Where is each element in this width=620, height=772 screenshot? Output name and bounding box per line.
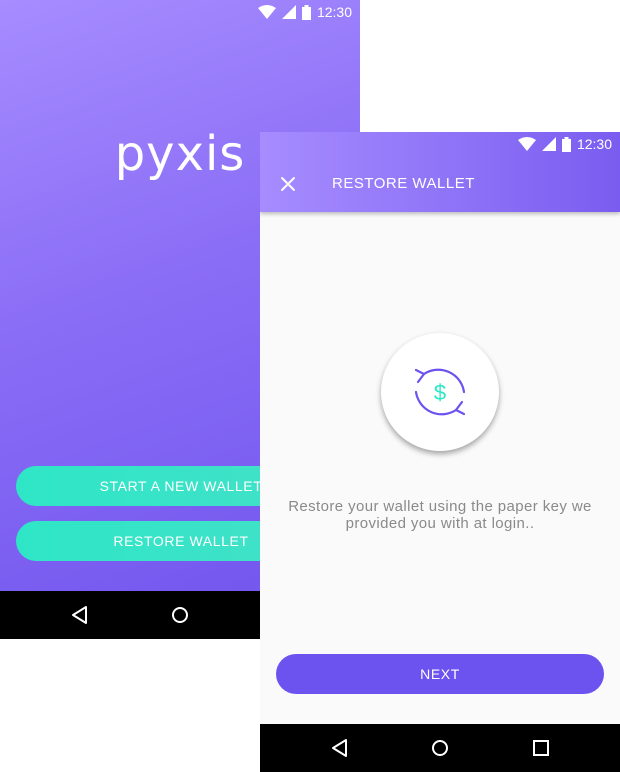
home-icon[interactable] <box>168 603 192 627</box>
battery-icon <box>561 136 571 152</box>
wifi-icon <box>517 137 536 151</box>
status-time: 12:30 <box>316 4 352 20</box>
app-bar: 12:30 RESTORE WALLET <box>260 132 620 212</box>
restore-illustration: $ <box>381 333 499 451</box>
restore-wallet-screen: 12:30 RESTORE WALLET $ Restore your wall… <box>260 132 620 772</box>
refresh-dollar-icon: $ <box>414 368 466 416</box>
status-time: 12:30 <box>576 136 612 152</box>
close-icon[interactable] <box>276 172 300 196</box>
home-icon[interactable] <box>428 736 452 760</box>
status-bar: 12:30 <box>0 0 360 24</box>
currency-symbol: $ <box>434 380 446 405</box>
navigation-bar <box>260 724 620 772</box>
battery-icon <box>301 4 311 20</box>
back-icon[interactable] <box>328 736 352 760</box>
page-title: RESTORE WALLET <box>332 175 475 192</box>
restore-description: Restore your wallet using the paper key … <box>288 498 592 532</box>
back-icon[interactable] <box>68 603 92 627</box>
next-button[interactable]: NEXT <box>276 654 604 694</box>
signal-icon <box>281 5 296 19</box>
recents-icon[interactable] <box>529 736 553 760</box>
signal-icon <box>541 137 556 151</box>
wifi-icon <box>257 5 276 19</box>
status-bar: 12:30 <box>260 132 620 156</box>
